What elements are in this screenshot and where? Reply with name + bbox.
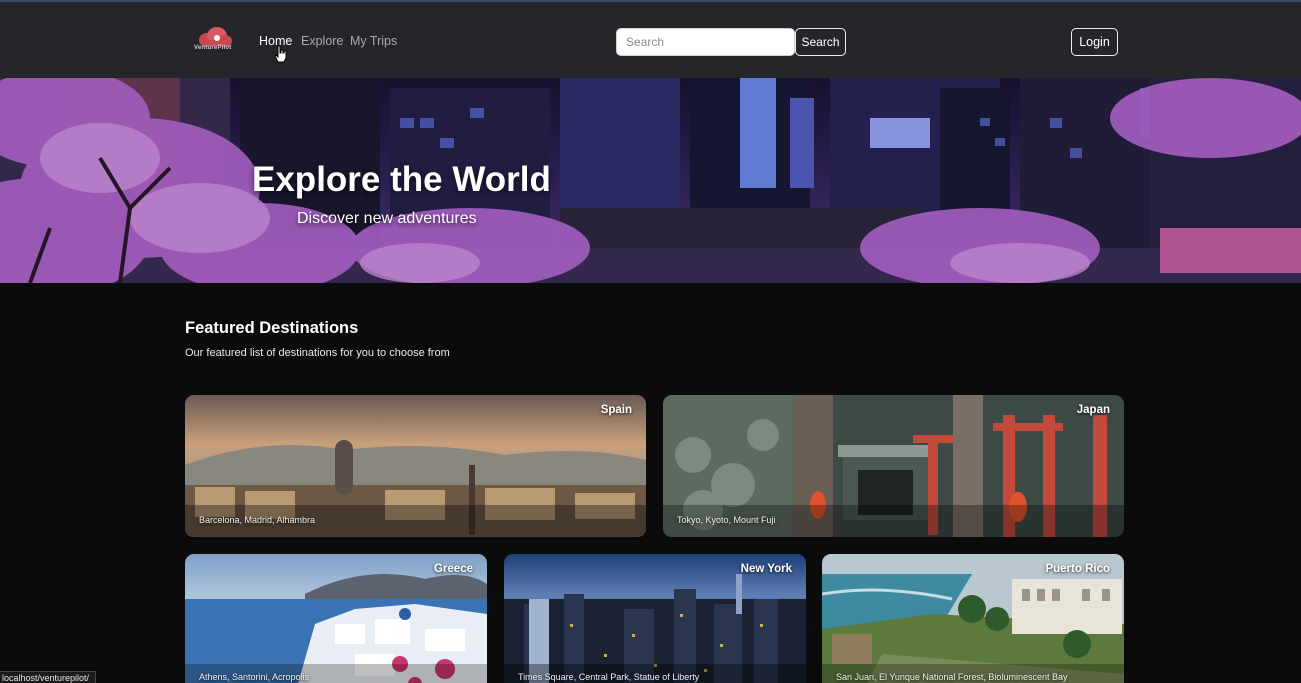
card-places: Tokyo, Kyoto, Mount Fuji (677, 515, 776, 525)
login-button[interactable]: Login (1071, 28, 1118, 56)
destination-card-japan[interactable]: Japan Tokyo, Kyoto, Mount Fuji (663, 395, 1124, 537)
hero-city-image (0, 78, 1301, 283)
card-title: Spain (600, 404, 632, 416)
status-bar-url: localhost/venturepilot/ (0, 671, 97, 683)
nav-my-trips[interactable]: My Trips (350, 34, 397, 48)
card-title: New York (740, 563, 792, 575)
card-places: Times Square, Central Park, Statue of Li… (518, 672, 700, 682)
logo-text: VenturePilot (194, 45, 232, 51)
card-title: Greece (433, 563, 473, 575)
card-places: Athens, Santorini, Acropolis (199, 672, 310, 682)
hero-title: Explore the World (252, 160, 551, 199)
card-title: Japan (1076, 404, 1110, 416)
destination-card-spain[interactable]: Spain Barcelona, Madrid, Alhambra (185, 395, 646, 537)
hand-cursor-icon (274, 45, 287, 63)
destination-card-greece[interactable]: Greece Athens, Santorini, Acropolis (185, 554, 487, 683)
destination-card-new-york[interactable]: New York Times Square, Central Park, Sta… (504, 554, 806, 683)
venturepilot-logo-icon[interactable] (193, 24, 237, 56)
hero-subtitle: Discover new adventures (297, 210, 477, 227)
card-title: Puerto Rico (1045, 563, 1110, 575)
section-title: Featured Destinations (185, 319, 359, 337)
card-places: San Juan, El Yunque National Forest, Bio… (836, 672, 1068, 682)
section-subtitle: Our featured list of destinations for yo… (185, 347, 450, 359)
card-places: Barcelona, Madrid, Alhambra (199, 515, 316, 525)
hero-banner: Explore the World Discover new adventure… (0, 78, 1301, 283)
nav-explore[interactable]: Explore (301, 34, 343, 48)
destination-card-puerto-rico[interactable]: Puerto Rico San Juan, El Yunque National… (822, 554, 1124, 683)
top-navbar: VenturePilot Home Explore My Trips Searc… (0, 0, 1301, 78)
search-input[interactable] (616, 28, 795, 56)
search-button[interactable]: Search (795, 28, 846, 56)
